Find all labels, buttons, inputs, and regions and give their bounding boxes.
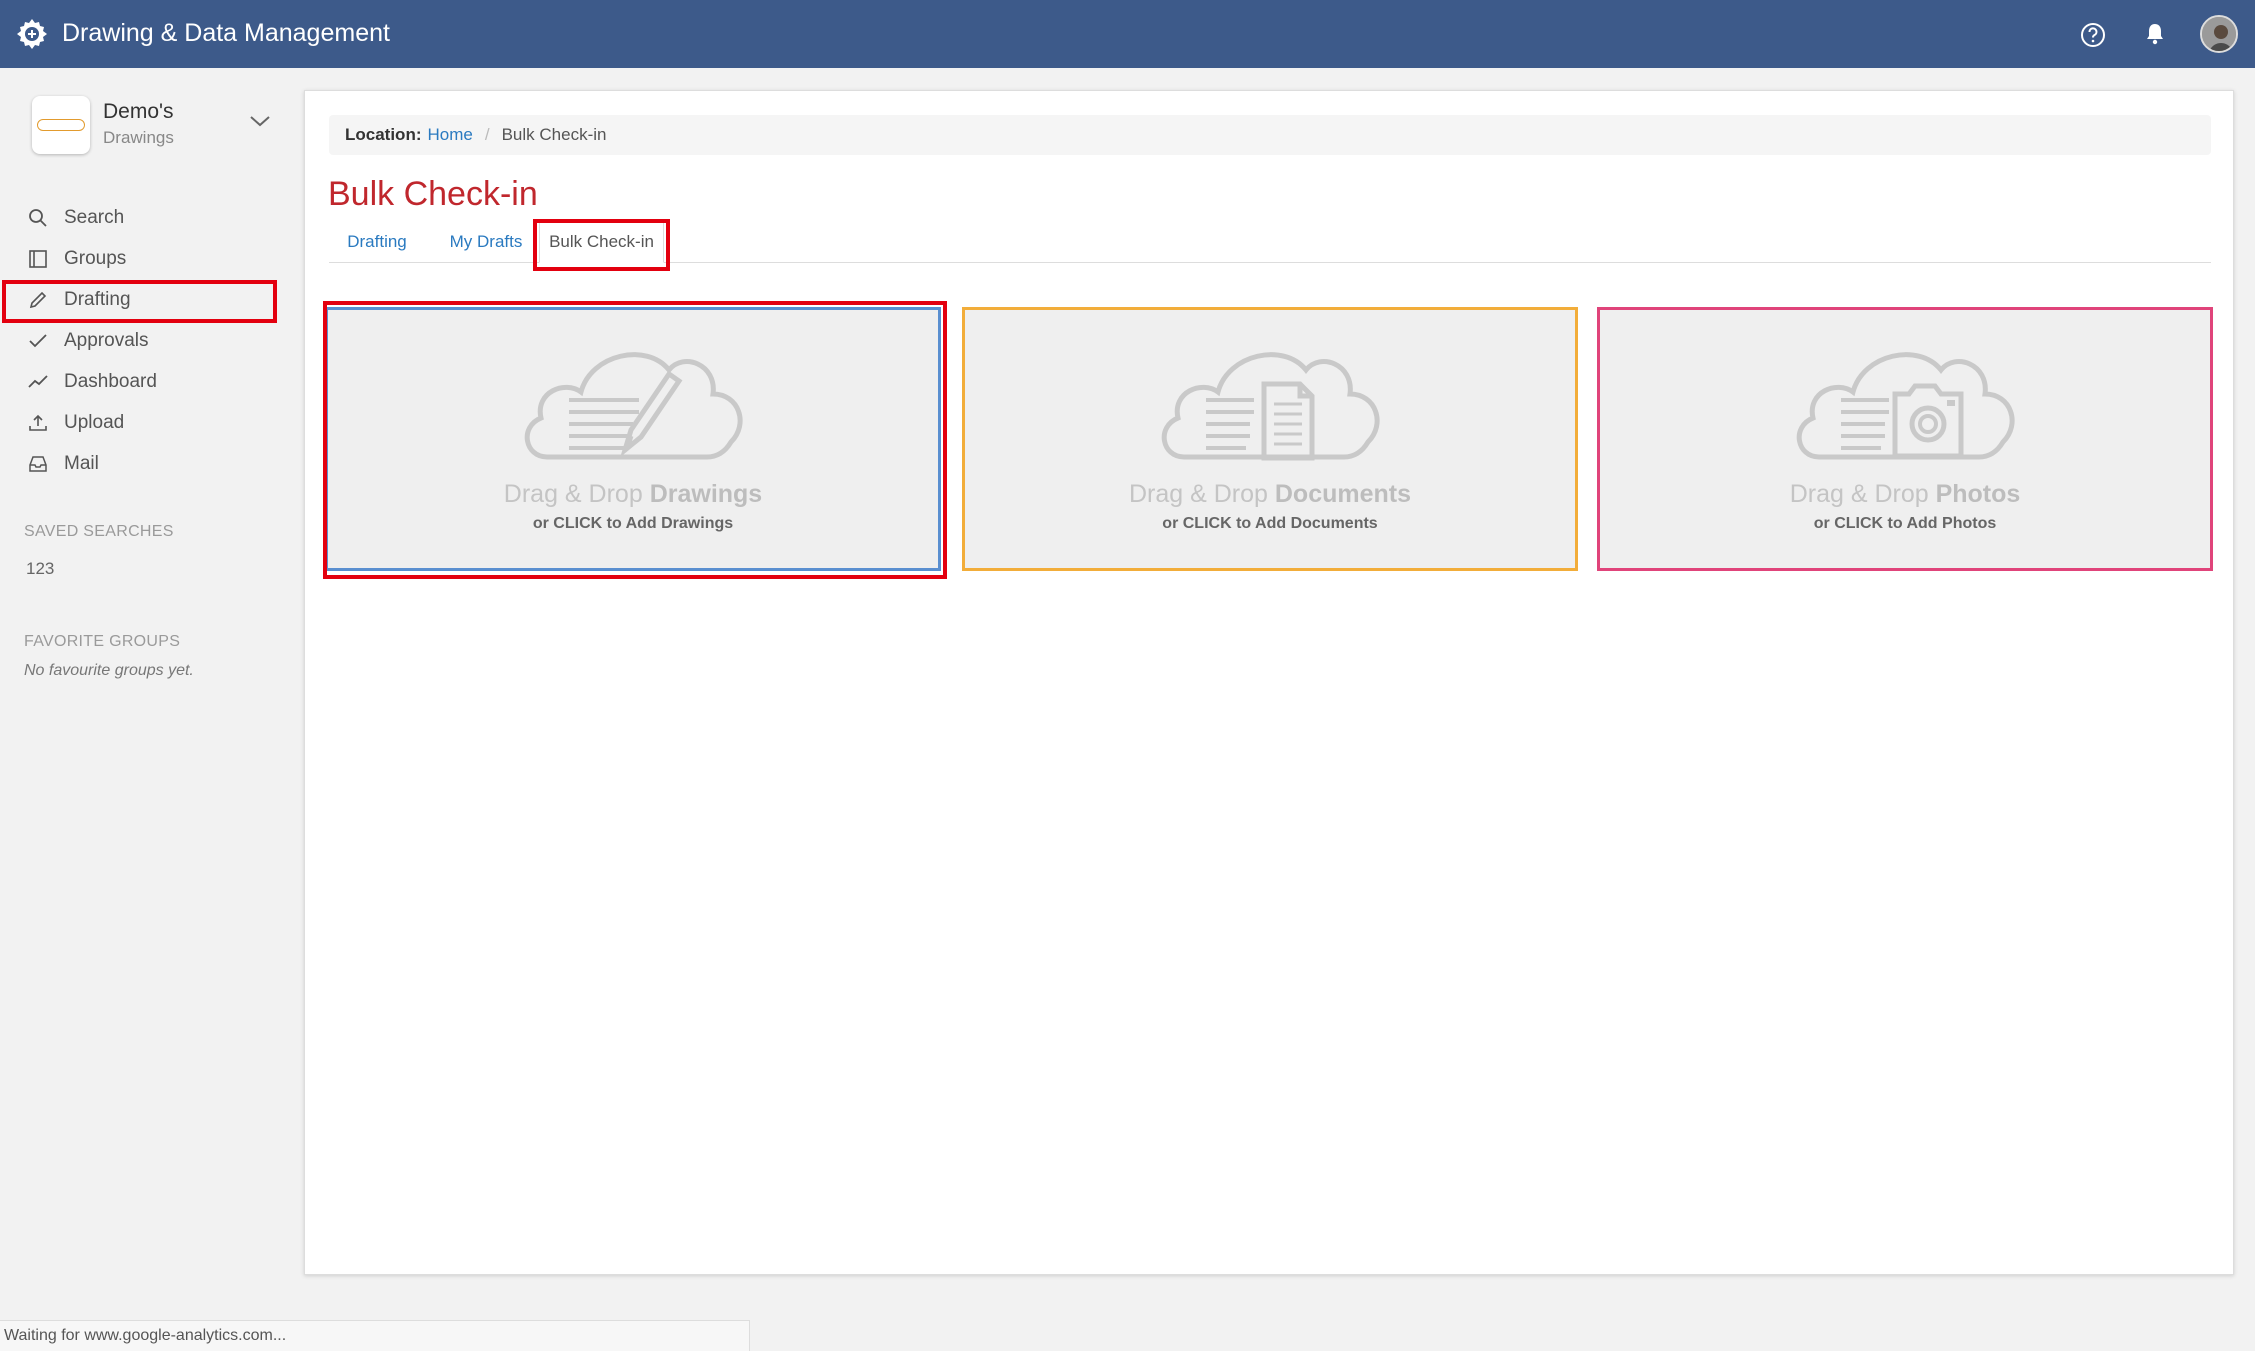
org-logo[interactable] <box>32 96 90 154</box>
upload-icon <box>29 414 47 431</box>
sidebar-item-label: Groups <box>64 248 127 269</box>
inbox-icon <box>29 456 47 472</box>
sidebar-item-label: Upload <box>64 412 125 433</box>
sidebar-item-groups[interactable]: Groups <box>0 239 290 277</box>
dropzone-documents-prefix: Drag & Drop <box>1128 480 1268 508</box>
check-icon <box>29 334 47 348</box>
breadcrumb-label: Location: <box>345 125 422 144</box>
annotation-highlight-dropzone <box>323 301 947 579</box>
saved-searches-title: SAVED SEARCHES <box>24 523 174 540</box>
saved-search-item[interactable]: 123 <box>26 559 54 579</box>
breadcrumb-current: Bulk Check-in <box>501 125 607 144</box>
dropzone-documents-keyword: Documents <box>1274 480 1412 508</box>
sidebar-item-dashboard[interactable]: Dashboard <box>0 362 290 400</box>
cloud-camera-icon <box>1796 352 2015 460</box>
chevron-down-icon[interactable] <box>248 112 272 130</box>
bell-icon[interactable] <box>2140 19 2170 49</box>
dropzone-photos-keyword: Photos <box>1935 480 2021 508</box>
gear-logo-icon[interactable] <box>14 16 50 52</box>
user-avatar[interactable] <box>2200 15 2238 53</box>
favorite-groups-title: FAVORITE GROUPS <box>24 633 181 650</box>
favorite-groups-empty: No favourite groups yet. <box>24 662 194 679</box>
tab-my-drafts[interactable]: My Drafts <box>429 221 543 263</box>
dropzone-documents-subtitle: or CLICK to Add Documents <box>1162 515 1378 532</box>
sidebar-item-approvals[interactable]: Approvals <box>0 321 290 359</box>
org-name[interactable]: Demo's <box>103 100 174 124</box>
sidebar-item-label: Approvals <box>64 330 149 351</box>
dropzone-documents-title: Drag & Drop Documents <box>1129 480 1411 509</box>
sidebar-item-label: Mail <box>64 453 99 474</box>
org-subtitle: Drawings <box>103 128 174 147</box>
breadcrumb: Location: Home / Bulk Check-in <box>329 115 2211 155</box>
main-panel: Location: Home / Bulk Check-in Bulk Chec… <box>304 90 2234 1275</box>
browser-status-bar: Waiting for www.google-analytics.com... <box>0 1320 750 1351</box>
breadcrumb-separator: / <box>484 125 490 144</box>
help-icon[interactable] <box>2078 20 2108 50</box>
dropzone-photos-prefix: Drag & Drop <box>1789 480 1929 508</box>
cloud-document-icon <box>1161 352 1380 461</box>
sidebar-item-label: Dashboard <box>64 371 157 392</box>
search-icon <box>29 209 47 227</box>
book-icon <box>29 250 47 268</box>
sidebar-item-mail[interactable]: Mail <box>0 444 290 482</box>
line-chart-icon <box>28 375 48 388</box>
dropzone-photos[interactable]: Drag & Drop Photos or CLICK to Add Photo… <box>1597 307 2213 571</box>
tab-drafting[interactable]: Drafting <box>329 221 425 263</box>
sidebar-item-label: Search <box>64 207 125 228</box>
annotation-highlight-drafting <box>2 280 277 323</box>
sidebar-item-upload[interactable]: Upload <box>0 403 290 441</box>
dropzone-photos-subtitle: or CLICK to Add Photos <box>1813 515 1997 532</box>
page-title: Bulk Check-in <box>328 175 538 213</box>
sidebar: Demo's Drawings Search Groups Drafting A… <box>0 68 300 1321</box>
top-navbar: Drawing & Data Management <box>0 0 2255 68</box>
breadcrumb-home-link[interactable]: Home <box>428 125 473 145</box>
app-title[interactable]: Drawing & Data Management <box>62 19 390 48</box>
sidebar-item-search[interactable]: Search <box>0 198 290 236</box>
annotation-highlight-tab <box>533 219 670 271</box>
dropzone-photos-title: Drag & Drop Photos <box>1790 480 2021 509</box>
dropzone-documents[interactable]: Drag & Drop Documents or CLICK to Add Do… <box>962 307 1578 571</box>
org-logo-mark <box>37 119 85 131</box>
